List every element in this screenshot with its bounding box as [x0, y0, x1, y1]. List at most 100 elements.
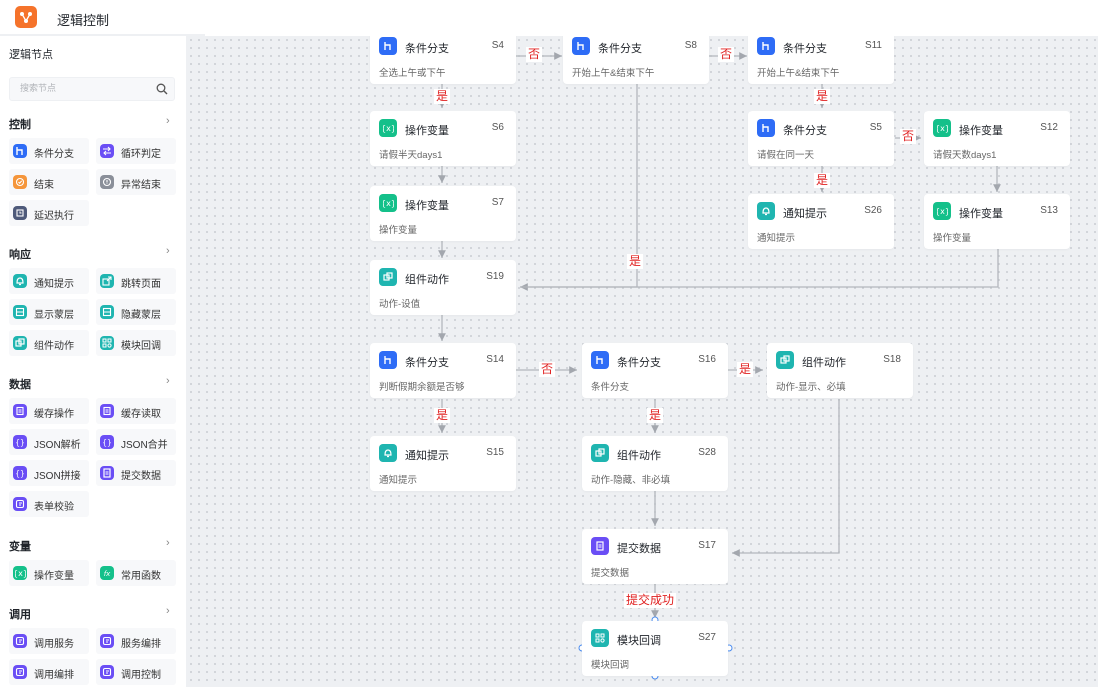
category-header[interactable]: 调用: [9, 606, 31, 622]
service-icon: [13, 634, 27, 648]
palette-item[interactable]: 调用编排: [9, 659, 89, 685]
edge-label-no: 否: [526, 47, 543, 62]
json-join-icon: {}: [13, 466, 27, 480]
flow-node-s13[interactable]: {x} 操作变量 S13 操作变量: [924, 194, 1070, 249]
node-id: S5: [869, 122, 882, 133]
palette-item[interactable]: 模块回调: [96, 330, 176, 356]
palette-item[interactable]: 缓存操作: [9, 398, 89, 424]
palette-item[interactable]: {x} 操作变量: [9, 560, 89, 586]
category-header[interactable]: 控制: [9, 116, 31, 132]
palette-item[interactable]: 缓存读取: [96, 398, 176, 424]
chevron-right-icon[interactable]: ›: [166, 537, 170, 549]
flow-node-s15[interactable]: 通知提示 S15 通知提示: [370, 436, 516, 491]
top-bar: 逻辑控制: [0, 0, 1098, 36]
palette-item[interactable]: fx 常用函数: [96, 560, 176, 586]
node-title: 组件动作: [405, 274, 449, 286]
chevron-right-icon[interactable]: ›: [166, 115, 170, 127]
svg-text:{}: {}: [15, 469, 25, 478]
flow-node-s8[interactable]: 条件分支 S8 开始上午&结束下午: [563, 36, 709, 84]
component-action-icon: [591, 444, 609, 462]
submit-icon: [100, 466, 114, 480]
node-description: 请假天数days1: [933, 150, 997, 161]
flow-node-s14[interactable]: 条件分支 S14 判断假期余额是否够: [370, 343, 516, 398]
flow-node-s26[interactable]: 通知提示 S26 通知提示: [748, 194, 894, 249]
flow-node-s18[interactable]: 组件动作 S18 动作-显示、必填: [767, 343, 913, 398]
chevron-right-icon[interactable]: ›: [166, 375, 170, 387]
svg-text:fx: fx: [104, 570, 111, 578]
bell-icon: [757, 202, 775, 220]
palette-item-label: 缓存操作: [34, 409, 74, 420]
palette-item[interactable]: 通知提示: [9, 268, 89, 294]
node-title: 操作变量: [959, 208, 1003, 220]
flow-node-s17[interactable]: 提交数据 S17 提交数据: [582, 529, 728, 584]
palette-item[interactable]: 调用控制: [96, 659, 176, 685]
flow-node-s6[interactable]: {x} 操作变量 S6 请假半天days1: [370, 111, 516, 166]
module-callback-icon: [591, 629, 609, 647]
edge-label-yes: 是: [814, 89, 831, 104]
flow-node-s7[interactable]: {x} 操作变量 S7 操作变量: [370, 186, 516, 241]
palette-item[interactable]: {} JSON合并: [96, 429, 176, 455]
branch-icon: [572, 37, 590, 55]
node-title: 操作变量: [405, 200, 449, 212]
palette-item[interactable]: 结束: [9, 169, 89, 195]
function-icon: fx: [100, 566, 114, 580]
edge-s18-s17: [732, 399, 840, 557]
palette-item[interactable]: 服务编排: [96, 628, 176, 654]
chevron-right-icon[interactable]: ›: [166, 245, 170, 257]
node-title: 条件分支: [405, 357, 449, 369]
edge-label-no: 否: [539, 362, 556, 377]
category-header[interactable]: 数据: [9, 376, 31, 392]
node-title: 条件分支: [783, 43, 827, 55]
palette-item-label: 服务编排: [121, 639, 161, 650]
palette-item[interactable]: 组件动作: [9, 330, 89, 356]
category-header[interactable]: 变量: [9, 538, 31, 554]
search-box[interactable]: [9, 77, 175, 101]
palette-item[interactable]: {} JSON解析: [9, 429, 89, 455]
branch-icon: [13, 144, 27, 158]
palette-item[interactable]: 跳转页面: [96, 268, 176, 294]
palette-item[interactable]: 显示蒙层: [9, 299, 89, 325]
palette-item-label: 隐藏蒙层: [121, 310, 161, 321]
palette-item[interactable]: 循环判定: [96, 138, 176, 164]
branch-icon: [757, 119, 775, 137]
variable-icon: {x}: [933, 202, 951, 220]
search-icon[interactable]: [156, 82, 168, 100]
call-orchestration-icon: [13, 665, 27, 679]
palette-item-label: 缓存读取: [121, 409, 161, 420]
palette-item[interactable]: 延迟执行: [9, 200, 89, 226]
flow-node-s16[interactable]: 条件分支 S16 条件分支: [582, 343, 728, 398]
node-id: S6: [491, 122, 504, 133]
flow-node-s28[interactable]: 组件动作 S28 动作-隐藏、非必填: [582, 436, 728, 491]
node-description: 模块回调: [591, 660, 630, 671]
form-check-icon: [13, 497, 27, 511]
flow-node-s27[interactable]: 模块回调 S27 模块回调: [582, 621, 728, 676]
palette-item[interactable]: 隐藏蒙层: [96, 299, 176, 325]
svg-text:{x}: {x}: [383, 124, 394, 133]
node-description: 动作-设值: [379, 299, 421, 310]
palette-item[interactable]: 异常结束: [96, 169, 176, 195]
node-id: S26: [864, 205, 882, 216]
palette-item-label: 条件分支: [34, 149, 74, 160]
palette-item[interactable]: 条件分支: [9, 138, 89, 164]
flow-node-s19[interactable]: 组件动作 S19 动作-设值: [370, 260, 516, 315]
search-input[interactable]: [18, 82, 152, 94]
flow-node-s12[interactable]: {x} 操作变量 S12 请假天数days1: [924, 111, 1070, 166]
flow-node-s11[interactable]: 条件分支 S11 开始上午&结束下午: [748, 36, 894, 84]
node-title: 条件分支: [617, 357, 661, 369]
node-title: 组件动作: [802, 357, 846, 369]
node-title: 操作变量: [959, 125, 1003, 137]
flow-canvas[interactable]: 条件分支 S4 全选上午或下午 条件分支 S8 开始上午&结束下午 条件分支 S…: [187, 36, 1098, 687]
flow-node-s4[interactable]: 条件分支 S4 全选上午或下午: [370, 36, 516, 84]
flow-node-s5[interactable]: 条件分支 S5 请假在同一天: [748, 111, 894, 166]
chevron-right-icon[interactable]: ›: [166, 605, 170, 617]
node-id: S15: [486, 447, 504, 458]
branch-icon: [757, 37, 775, 55]
node-id: S28: [698, 447, 716, 458]
palette-item[interactable]: 提交数据: [96, 460, 176, 486]
palette-item[interactable]: 表单校验: [9, 491, 89, 517]
component-action-icon: [776, 351, 794, 369]
palette-item[interactable]: {} JSON拼接: [9, 460, 89, 486]
palette-item[interactable]: 调用服务: [9, 628, 89, 654]
category-header[interactable]: 响应: [9, 246, 31, 262]
palette-item-label: JSON解析: [34, 440, 81, 451]
